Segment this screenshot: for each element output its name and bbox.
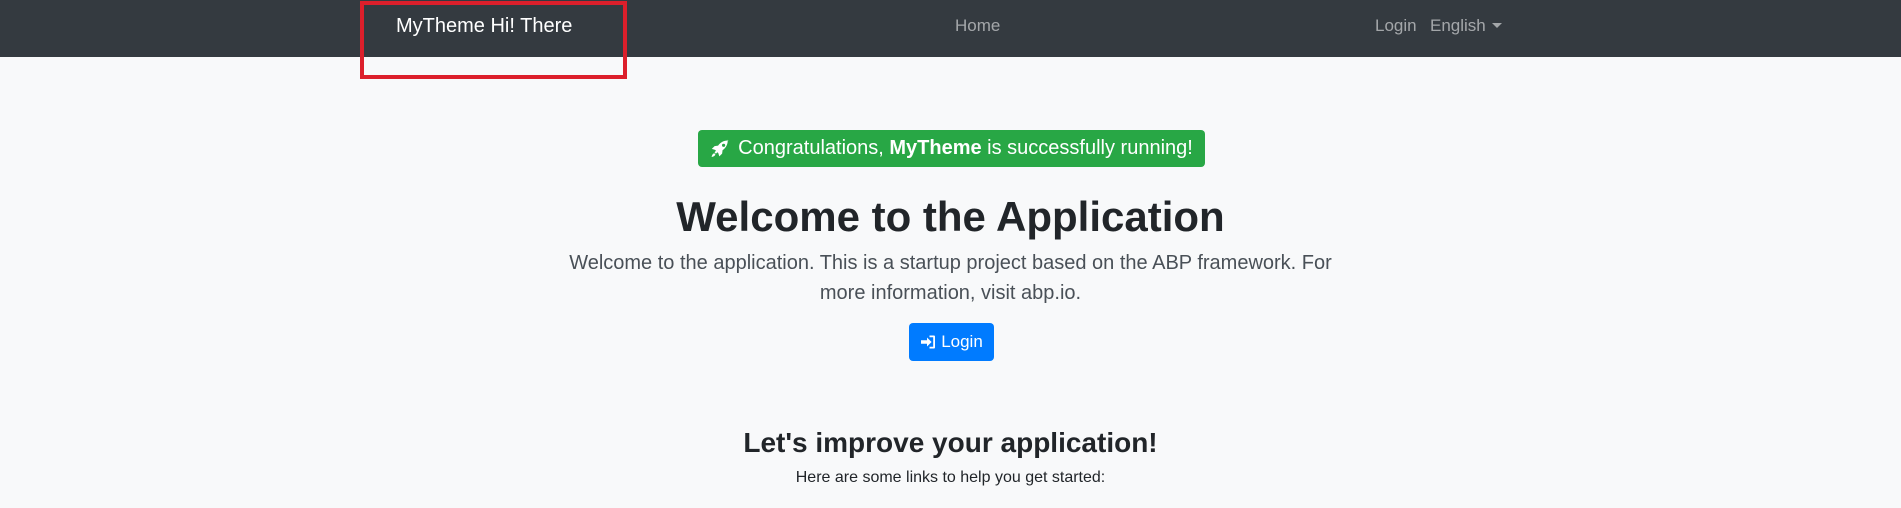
- nav-login-link[interactable]: Login: [1375, 16, 1417, 36]
- success-badge: Congratulations, MyTheme is successfully…: [698, 130, 1205, 167]
- badge-app-name: MyTheme: [889, 137, 982, 159]
- lead-text-wrap: Welcome to the application. This is a st…: [0, 248, 1901, 308]
- hero-login-label: Login: [941, 332, 983, 351]
- language-dropdown-label: English: [1430, 16, 1486, 35]
- improve-title: Let's improve your application!: [743, 427, 1158, 458]
- chevron-down-icon: [1491, 23, 1502, 28]
- badge-text: Congratulations, MyTheme is successfully…: [738, 137, 1193, 159]
- sign-in-icon: [921, 335, 936, 349]
- lead-text: Welcome to the application. This is a st…: [569, 252, 1332, 304]
- nav-home-link[interactable]: Home: [955, 16, 1000, 36]
- improve-subtitle: Here are some links to help you get star…: [795, 469, 1106, 486]
- top-navbar: MyTheme Hi! There Home Login English: [0, 0, 1901, 57]
- page-title: Welcome to the Application: [676, 193, 1225, 240]
- navbar-brand[interactable]: MyTheme Hi! There: [396, 14, 572, 38]
- hero-login-button[interactable]: Login: [909, 323, 994, 361]
- language-dropdown[interactable]: English: [1430, 16, 1502, 36]
- rocket-icon: [711, 139, 729, 157]
